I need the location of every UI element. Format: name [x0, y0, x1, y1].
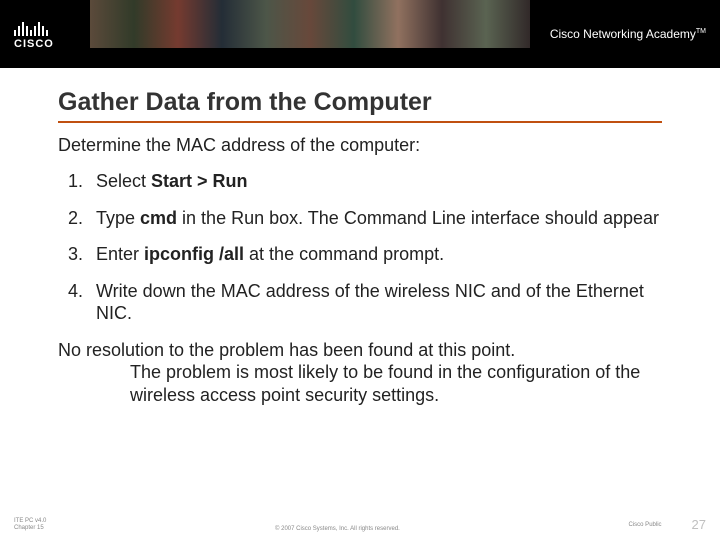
footer-classification: Cisco Public	[629, 522, 662, 528]
conclusion-rest: The problem is most likely to be found i…	[130, 361, 662, 406]
footer-left: ITE PC v4.0 Chapter 15	[14, 518, 46, 532]
step-text-pre: Select	[96, 171, 151, 191]
step-text-pre: Type	[96, 208, 140, 228]
footer-version: ITE PC v4.0	[14, 518, 46, 525]
steps-list: Select Start > Run Type cmd in the Run b…	[58, 170, 662, 325]
step-text-pre: Write down the MAC address of the wirele…	[96, 281, 644, 324]
step-item: Write down the MAC address of the wirele…	[58, 280, 662, 325]
cisco-logo: CISCO	[14, 18, 54, 50]
step-item: Select Start > Run	[58, 170, 662, 193]
step-text-bold: Start > Run	[151, 171, 248, 191]
slide-subtitle: Determine the MAC address of the compute…	[58, 135, 662, 156]
academy-label: Cisco Networking AcademyTM	[550, 27, 706, 41]
academy-text: Cisco Networking Academy	[550, 27, 696, 41]
cisco-bridge-icon	[14, 18, 48, 36]
step-text-bold: cmd	[140, 208, 177, 228]
footer-copyright: © 2007 Cisco Systems, Inc. All rights re…	[46, 526, 628, 532]
step-text-pre: Enter	[96, 244, 144, 264]
step-item: Type cmd in the Run box. The Command Lin…	[58, 207, 662, 230]
footer-chapter: Chapter 15	[14, 525, 46, 532]
slide-header: CISCO Cisco Networking AcademyTM	[0, 0, 720, 68]
step-text-post: in the Run box. The Command Line interfa…	[177, 208, 659, 228]
step-text-bold: ipconfig /all	[144, 244, 244, 264]
footer-right: Cisco Public 27	[629, 517, 706, 532]
trademark-symbol: TM	[696, 28, 706, 35]
slide-content: Gather Data from the Computer Determine …	[0, 68, 720, 406]
header-photo-strip	[90, 0, 530, 48]
slide-title: Gather Data from the Computer	[58, 88, 662, 123]
page-number: 27	[692, 517, 706, 532]
conclusion-first-line: No resolution to the problem has been fo…	[58, 340, 515, 360]
step-text-post: at the command prompt.	[244, 244, 444, 264]
step-item: Enter ipconfig /all at the command promp…	[58, 243, 662, 266]
slide-footer: ITE PC v4.0 Chapter 15 © 2007 Cisco Syst…	[14, 517, 706, 532]
cisco-logo-text: CISCO	[14, 38, 54, 50]
conclusion-text: No resolution to the problem has been fo…	[58, 339, 662, 407]
